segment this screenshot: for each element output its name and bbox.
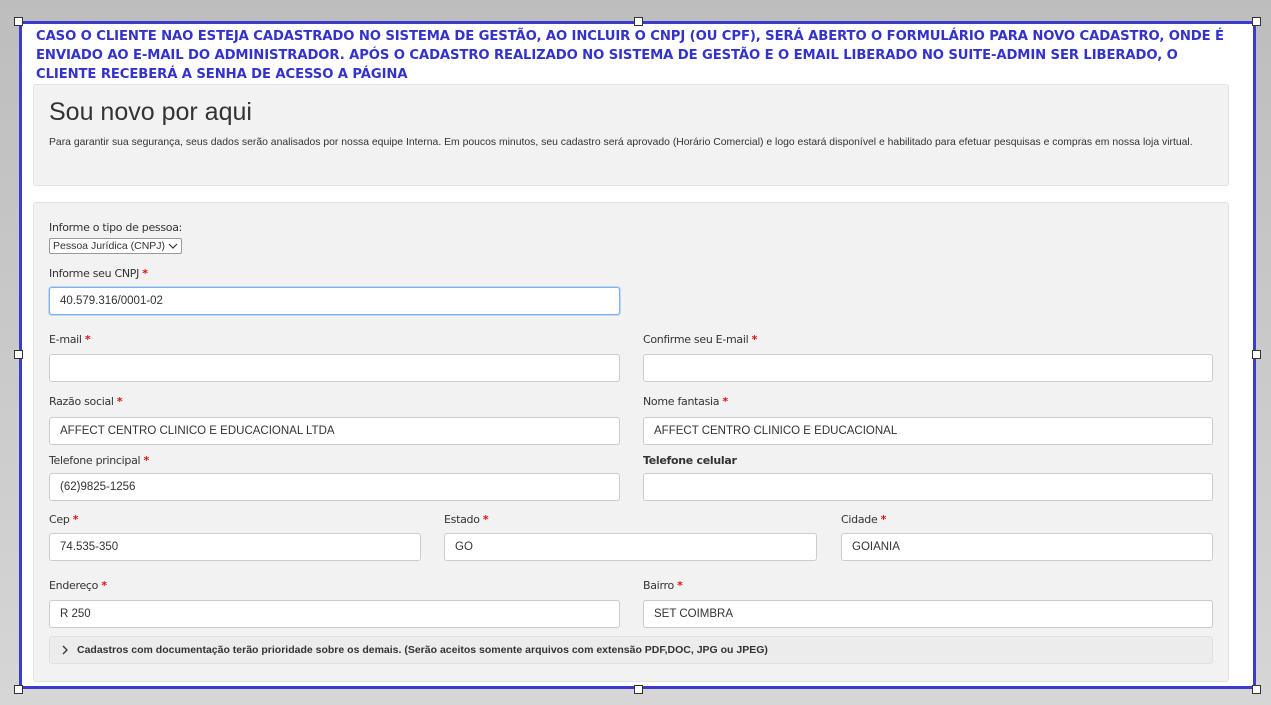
endereco-label: Endereço * — [49, 579, 107, 592]
estado-input[interactable]: GO — [444, 533, 817, 561]
tipo-pessoa-select[interactable]: Pessoa Jurídica (CNPJ) — [49, 238, 183, 254]
resize-handle-bottom-left[interactable] — [14, 685, 23, 694]
endereco-input[interactable]: R 250 — [49, 600, 620, 628]
email-input[interactable] — [49, 354, 620, 382]
telefone-input[interactable]: (62)9825-1256 — [49, 473, 620, 501]
resize-handle-top[interactable] — [634, 17, 643, 26]
resize-handle-right[interactable] — [1252, 350, 1261, 359]
bairro-input[interactable]: SET COIMBRA — [643, 600, 1213, 628]
notice-text: CASO O CLIENTE NAO ESTEJA CADASTRADO NO … — [36, 29, 1224, 82]
estado-label: Estado * — [444, 513, 489, 526]
razao-label: Razão social * — [49, 395, 123, 408]
chevron-down-icon — [168, 243, 178, 249]
fantasia-input[interactable]: AFFECT CENTRO CLINICO E EDUCACIONAL — [643, 417, 1213, 445]
cep-label: Cep * — [49, 513, 79, 526]
resize-handle-bottom-right[interactable] — [1252, 685, 1261, 694]
fantasia-label: Nome fantasia * — [643, 395, 728, 408]
intro-card: Sou novo por aqui Para garantir sua segu… — [33, 84, 1229, 186]
cidade-label: Cidade * — [841, 513, 887, 526]
resize-handle-left[interactable] — [14, 350, 23, 359]
resize-handle-top-left[interactable] — [14, 17, 23, 26]
razao-input[interactable]: AFFECT CENTRO CLINICO E EDUCACIONAL LTDA — [49, 417, 620, 445]
resize-handle-top-right[interactable] — [1252, 17, 1261, 26]
cnpj-input[interactable]: 40.579.316/0001-02 — [49, 287, 620, 315]
chevron-right-icon — [62, 645, 68, 655]
telefone-label: Telefone principal * — [49, 454, 149, 467]
registration-form: Informe o tipo de pessoa: Pessoa Jurídic… — [33, 202, 1229, 682]
tipo-pessoa-value: Pessoa Jurídica (CNPJ) — [53, 240, 166, 252]
email-confirm-input[interactable] — [643, 354, 1213, 382]
cnpj-label: Informe seu CNPJ * — [49, 267, 148, 280]
celular-input[interactable] — [643, 473, 1213, 501]
bairro-label: Bairro * — [643, 579, 683, 592]
cidade-input[interactable]: GOIANIA — [841, 533, 1213, 561]
email-confirm-label: Confirme seu E-mail * — [643, 333, 758, 346]
selection-frame: CASO O CLIENTE NAO ESTEJA CADASTRADO NO … — [19, 21, 1256, 689]
docs-accordion[interactable]: Cadastros com documentação terão priorid… — [49, 636, 1213, 664]
intro-description: Para garantir sua segurança, seus dados … — [49, 137, 1193, 148]
tipo-pessoa-label: Informe o tipo de pessoa: — [49, 221, 183, 234]
cep-input[interactable]: 74.535-350 — [49, 533, 421, 561]
celular-label: Telefone celular — [643, 454, 737, 467]
page-title: Sou novo por aqui — [49, 98, 252, 126]
email-label: E-mail * — [49, 333, 91, 346]
resize-handle-bottom[interactable] — [634, 685, 643, 694]
docs-accordion-label: Cadastros com documentação terão priorid… — [77, 644, 768, 656]
